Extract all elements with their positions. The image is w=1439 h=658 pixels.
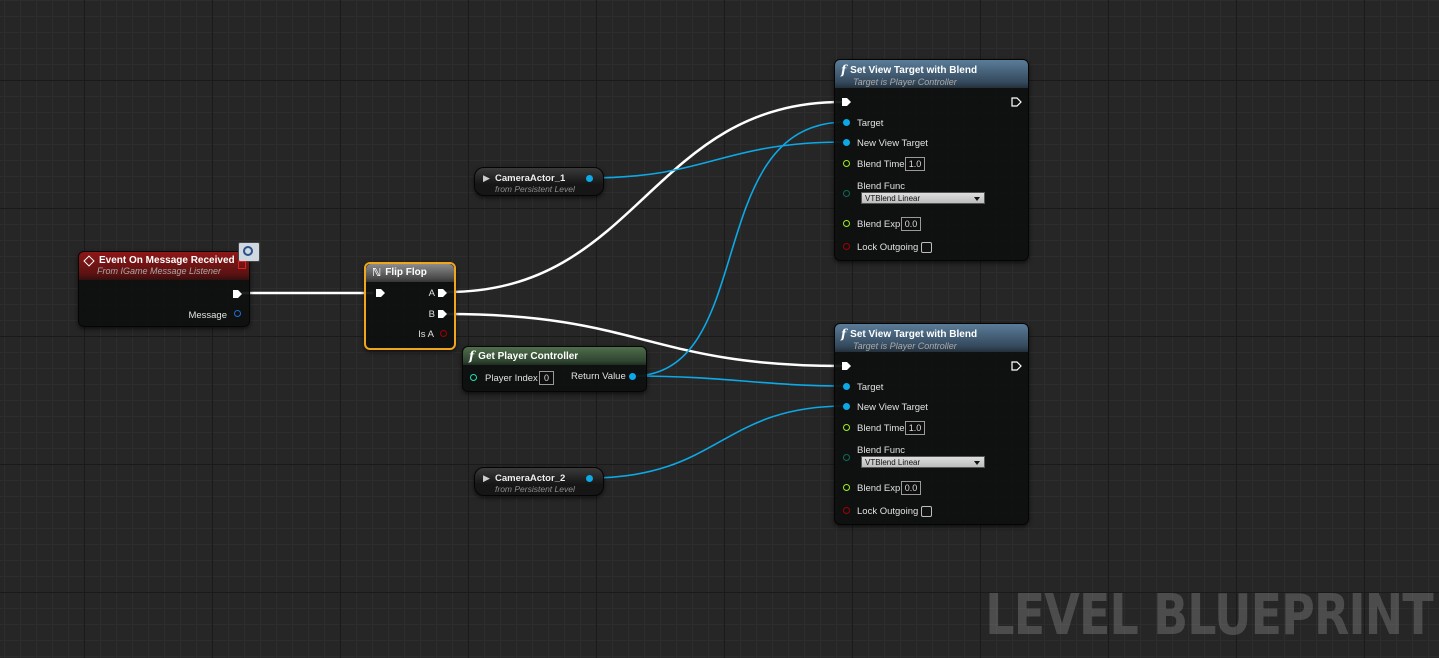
pin-b-label: B <box>428 309 435 320</box>
svt1-blend-func-label: Blend Func <box>857 181 906 192</box>
chevron-down-icon <box>974 197 980 201</box>
svt1-blend-exp-pin[interactable] <box>843 220 850 227</box>
function-icon: f <box>841 63 847 77</box>
svt2-blend-time-pin[interactable] <box>843 424 850 431</box>
event-delegate-pin[interactable] <box>238 261 246 269</box>
svt2-blend-time-label: Blend Time <box>857 423 905 434</box>
svt1-new-view-target-label: New View Target <box>857 138 928 149</box>
svt1-target-label: Target <box>857 118 884 129</box>
macro-icon: ℕ <box>372 266 382 279</box>
wire-camera2-to-svt2-newviewtarget <box>588 405 847 479</box>
svt2-blend-exp-pin[interactable] <box>843 484 850 491</box>
svt1-blend-func-value: VTBlend Linear <box>865 194 921 203</box>
return-value-label: Return Value <box>571 371 626 382</box>
svt1-title: Set View Target with Blend <box>850 64 978 76</box>
svt2-target-label: Target <box>857 382 884 393</box>
camera-actor-1-node[interactable]: ▶ CameraActor_1 from Persistent Level <box>474 167 604 196</box>
diamond-event-icon <box>83 254 95 267</box>
get-player-controller-header[interactable]: f Get Player Controller <box>463 347 646 365</box>
get-player-controller-node[interactable]: f Get Player Controller Player Index 0 Re… <box>462 346 647 392</box>
event-node-subtitle: From IGame Message Listener <box>97 266 222 276</box>
interface-message-icon <box>238 242 260 262</box>
svt2-subtitle: Target is Player Controller <box>853 341 957 351</box>
svt1-lock-outgoing-pin[interactable] <box>843 243 850 250</box>
svt1-new-view-target-pin[interactable] <box>843 139 850 146</box>
function-icon: f <box>469 349 475 363</box>
svt1-blend-func-dropdown[interactable]: VTBlend Linear <box>861 192 985 204</box>
flip-flop-header[interactable]: ℕ Flip Flop <box>366 264 454 282</box>
wire-pc-to-svt1-target <box>631 121 847 377</box>
event-node-header[interactable]: Event On Message Received From IGame Mes… <box>79 252 249 280</box>
svt1-subtitle: Target is Player Controller <box>853 77 957 87</box>
player-index-input[interactable]: 0 <box>539 371 554 385</box>
svt2-lock-outgoing-label: Lock Outgoing <box>857 506 919 517</box>
camera-actor-2-node[interactable]: ▶ CameraActor_2 from Persistent Level <box>474 467 604 496</box>
wire-flipflop-a-to-svt1 <box>445 100 844 294</box>
pin-is-a-label: Is A <box>418 329 434 340</box>
camera-icon: ▶ <box>483 173 490 183</box>
return-value-pin[interactable] <box>629 373 636 380</box>
svt1-blend-func-pin[interactable] <box>843 190 850 197</box>
svt1-blend-time-input[interactable]: 1.0 <box>905 157 925 171</box>
svt2-blend-func-label: Blend Func <box>857 445 906 456</box>
svt2-title: Set View Target with Blend <box>850 328 978 340</box>
svt1-target-pin[interactable] <box>843 119 850 126</box>
camera-actor-1-subtitle: from Persistent Level <box>495 184 575 194</box>
svt2-new-view-target-label: New View Target <box>857 402 928 413</box>
wire-camera1-to-svt1-newviewtarget <box>588 141 847 179</box>
message-pin[interactable] <box>234 310 241 317</box>
svt2-lock-outgoing-pin[interactable] <box>843 507 850 514</box>
camera-actor-1-out-pin[interactable] <box>586 175 593 182</box>
svt2-header[interactable]: f Set View Target with Blend Target is Pl… <box>835 324 1028 352</box>
chevron-down-icon <box>974 461 980 465</box>
svt1-blend-time-label: Blend Time <box>857 159 905 170</box>
player-index-pin[interactable] <box>470 374 477 381</box>
svt1-blend-exp-input[interactable]: 0.0 <box>901 217 921 231</box>
camera-actor-2-name: CameraActor_2 <box>495 473 566 484</box>
exec-a-out-pin[interactable] <box>437 288 448 298</box>
svt2-blend-exp-input[interactable]: 0.0 <box>901 481 921 495</box>
camera-actor-2-out-pin[interactable] <box>586 475 593 482</box>
exec-out-pin[interactable] <box>232 289 243 299</box>
is-a-bool-pin[interactable] <box>440 330 447 337</box>
svt2-exec-out-pin[interactable] <box>1011 361 1022 371</box>
connection-wires <box>241 100 847 479</box>
svt1-header[interactable]: f Set View Target with Blend Target is Pl… <box>835 60 1028 88</box>
camera-actor-2-subtitle: from Persistent Level <box>495 484 575 494</box>
svt2-blend-time-input[interactable]: 1.0 <box>905 421 925 435</box>
svt2-blend-func-pin[interactable] <box>843 454 850 461</box>
function-icon: f <box>841 327 847 341</box>
exec-in-pin[interactable] <box>375 288 386 298</box>
svt1-lock-outgoing-checkbox[interactable] <box>921 242 932 253</box>
flip-flop-node[interactable]: ℕ Flip Flop A B Is A <box>364 262 456 350</box>
get-player-controller-title: Get Player Controller <box>478 350 579 362</box>
wire-pc-to-svt2-target <box>631 375 847 387</box>
svt2-blend-func-dropdown[interactable]: VTBlend Linear <box>861 456 985 468</box>
set-view-target-with-blend-node-2[interactable]: f Set View Target with Blend Target is Pl… <box>834 323 1029 525</box>
svt2-blend-exp-label: Blend Exp <box>857 483 901 494</box>
svt1-lock-outgoing-label: Lock Outgoing <box>857 242 919 253</box>
svt1-exec-in-pin[interactable] <box>841 97 852 107</box>
svt2-exec-in-pin[interactable] <box>841 361 852 371</box>
svt2-new-view-target-pin[interactable] <box>843 403 850 410</box>
svt2-blend-func-value: VTBlend Linear <box>865 458 921 467</box>
event-node-title: Event On Message Received <box>99 255 235 266</box>
camera-icon: ▶ <box>483 473 490 483</box>
exec-b-out-pin[interactable] <box>437 309 448 319</box>
svt1-blend-time-pin[interactable] <box>843 160 850 167</box>
svt2-target-pin[interactable] <box>843 383 850 390</box>
pin-a-label: A <box>428 288 435 299</box>
message-pin-label: Message <box>188 310 227 321</box>
event-on-message-received-node[interactable]: Event On Message Received From IGame Mes… <box>78 251 250 327</box>
svt2-lock-outgoing-checkbox[interactable] <box>921 506 932 517</box>
flip-flop-title: Flip Flop <box>385 267 427 278</box>
player-index-label: Player Index <box>485 373 538 384</box>
level-blueprint-watermark: LEVEL BLUEPRINT <box>985 583 1433 648</box>
svt1-exec-out-pin[interactable] <box>1011 97 1022 107</box>
set-view-target-with-blend-node-1[interactable]: f Set View Target with Blend Target is Pl… <box>834 59 1029 261</box>
svt1-blend-exp-label: Blend Exp <box>857 219 901 230</box>
camera-actor-1-name: CameraActor_1 <box>495 173 566 184</box>
